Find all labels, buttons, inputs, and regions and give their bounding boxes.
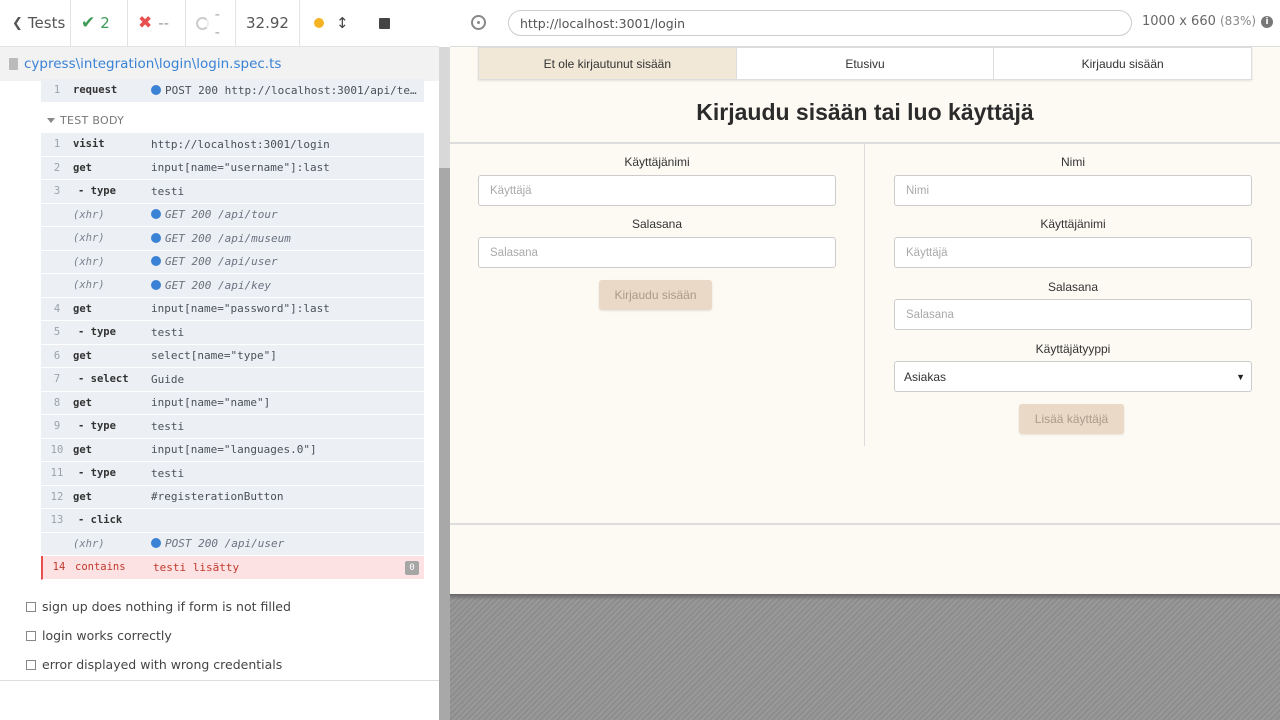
command-row[interactable]: 11- type testi [41, 462, 424, 486]
url-bar[interactable]: http://localhost:3001/login [508, 10, 1132, 36]
title-divider [450, 142, 1280, 144]
before-commands: 1 request POST 200 http://localhost:3001… [41, 79, 424, 103]
xhr-row[interactable]: (xhr) GET 200 /api/museum [41, 227, 424, 251]
stop-icon[interactable] [378, 17, 390, 29]
select-caret-icon: ▼ [1236, 371, 1245, 382]
login-password-label: Salasana [631, 217, 683, 231]
reporter-divider [0, 680, 439, 681]
pending-stat: -- [186, 0, 236, 46]
xhr-dot-icon [151, 256, 161, 267]
command-row[interactable]: 14 contains testi lisätty 0 [41, 556, 424, 580]
command-row[interactable]: 1 request POST 200 http://localhost:3001… [41, 79, 424, 103]
pending-spinner-icon [196, 16, 209, 30]
file-icon [9, 58, 18, 70]
test-item[interactable]: error displayed with wrong credentials [26, 657, 282, 672]
reporter-scrollbar-thumb[interactable] [439, 168, 450, 720]
command-row[interactable]: 2 get input[name="username"]:last [41, 156, 424, 180]
passed-count: 2 [100, 14, 110, 32]
command-row[interactable]: 6 get select[name="type"] [41, 344, 424, 368]
command-row[interactable]: 4 get input[name="password"]:last [41, 297, 424, 321]
xhr-row[interactable]: (xhr) GET 200 /api/key [41, 274, 424, 298]
command-row[interactable]: 9- type testi [41, 415, 424, 439]
failed-stat: ✖ -- [128, 0, 186, 46]
check-icon: ✔ [81, 13, 96, 33]
viewport-background [450, 594, 1280, 720]
nav-home[interactable]: Etusivu [737, 48, 995, 79]
element-count-badge: 0 [405, 561, 419, 575]
register-password-input[interactable]: Salasana [894, 299, 1252, 330]
command-row[interactable]: 12 get #registerationButton [41, 485, 424, 509]
test-body-header[interactable]: TEST BODY [47, 114, 124, 127]
xhr-dot-icon [151, 232, 161, 243]
xhr-dot-icon [151, 279, 161, 290]
viewport-shadow [450, 594, 1280, 600]
register-username-input[interactable]: Käyttäjä [894, 237, 1252, 268]
selector-playground-icon[interactable] [471, 15, 486, 30]
triangle-down-icon [47, 118, 55, 123]
reporter-header: ❮ Tests ✔ 2 ✖ -- -- 32.92 ↕ [0, 0, 439, 47]
duration: 32.92 [236, 0, 300, 46]
xhr-row[interactable]: (xhr) GET 200 /api/tour [41, 203, 424, 227]
column-divider [864, 144, 865, 446]
xhr-dot-icon [151, 538, 161, 549]
footer-divider [450, 523, 1280, 525]
test-body-commands: 1 visit http://localhost:3001/login 2 get inp… [41, 133, 424, 580]
xhr-dot-icon [151, 209, 161, 220]
viewport-scale: (83%) [1220, 14, 1257, 28]
pending-count: -- [214, 5, 221, 41]
login-username-input[interactable]: Käyttäjä [478, 175, 836, 206]
test-item[interactable]: login works correctly [26, 628, 172, 643]
login-password-input[interactable]: Salasana [478, 237, 836, 268]
tests-label: Tests [27, 14, 66, 32]
register-type-label: Käyttäjätyyppi [1035, 342, 1111, 356]
register-type-select[interactable]: Asiakas ▼ [894, 361, 1252, 392]
auto-scroll-icon[interactable]: ↕ [336, 14, 349, 32]
command-row[interactable]: 10 get input[name="languages.0"] [41, 438, 424, 462]
xhr-row[interactable]: (xhr) GET 200 /api/user [41, 250, 424, 274]
app-preview: Et ole kirjautunut sisään Etusivu Kirjau… [450, 47, 1280, 594]
info-icon[interactable]: i [1261, 16, 1273, 28]
command-log: 1 request POST 200 http://localhost:3001… [0, 79, 439, 681]
spec-path-bar: cypress\integration\login\login.spec.ts [0, 47, 439, 81]
register-username-label: Käyttäjänimi [1040, 217, 1106, 231]
chevron-left-icon: ❮ [12, 15, 23, 31]
run-controls: ↕ [300, 0, 439, 46]
spec-path[interactable]: cypress\integration\login\login.spec.ts [24, 56, 281, 72]
tests-button[interactable]: ❮ Tests [0, 0, 71, 46]
test-item[interactable]: sign up does nothing if form is not fill… [26, 599, 291, 614]
command-row[interactable]: 7- select Guide [41, 368, 424, 392]
register-name-input[interactable]: Nimi [894, 175, 1252, 206]
register-button[interactable]: Lisää käyttäjä [1019, 404, 1124, 434]
running-indicator-icon [314, 18, 324, 28]
request-dot-icon [151, 84, 161, 95]
nav-status[interactable]: Et ole kirjautunut sisään [479, 48, 737, 79]
register-name-label: Nimi [1061, 155, 1085, 169]
command-row[interactable]: 3- type testi [41, 180, 424, 204]
page-title: Kirjaudu sisään tai luo käyttäjä [696, 99, 1034, 125]
command-row[interactable]: 13- click [41, 509, 424, 533]
command-row[interactable]: 8 get input[name="name"] [41, 391, 424, 415]
top-nav: Et ole kirjautunut sisään Etusivu Kirjau… [478, 47, 1252, 80]
viewport-size: 1000 x 660 [1142, 14, 1216, 29]
nav-login[interactable]: Kirjaudu sisään [994, 48, 1251, 79]
cypress-reporter: ❮ Tests ✔ 2 ✖ -- -- 32.92 ↕ cypress\inte… [0, 0, 439, 720]
checkbox-icon [26, 659, 36, 670]
command-row[interactable]: 1 visit http://localhost:3001/login [41, 133, 424, 157]
passed-stat: ✔ 2 [71, 0, 128, 46]
login-username-label: Käyttäjänimi [624, 155, 690, 169]
checkbox-icon [26, 630, 36, 641]
xhr-row[interactable]: (xhr) POST 200 /api/user [41, 532, 424, 556]
register-type-value: Asiakas [904, 369, 947, 384]
command-row[interactable]: 5- type testi [41, 321, 424, 345]
x-icon: ✖ [138, 13, 153, 33]
viewport-info: 1000 x 660 (83%) [1142, 14, 1256, 29]
failed-count: -- [158, 14, 170, 32]
login-button[interactable]: Kirjaudu sisään [599, 280, 712, 310]
register-password-label: Salasana [1047, 280, 1099, 294]
checkbox-icon [26, 601, 36, 612]
